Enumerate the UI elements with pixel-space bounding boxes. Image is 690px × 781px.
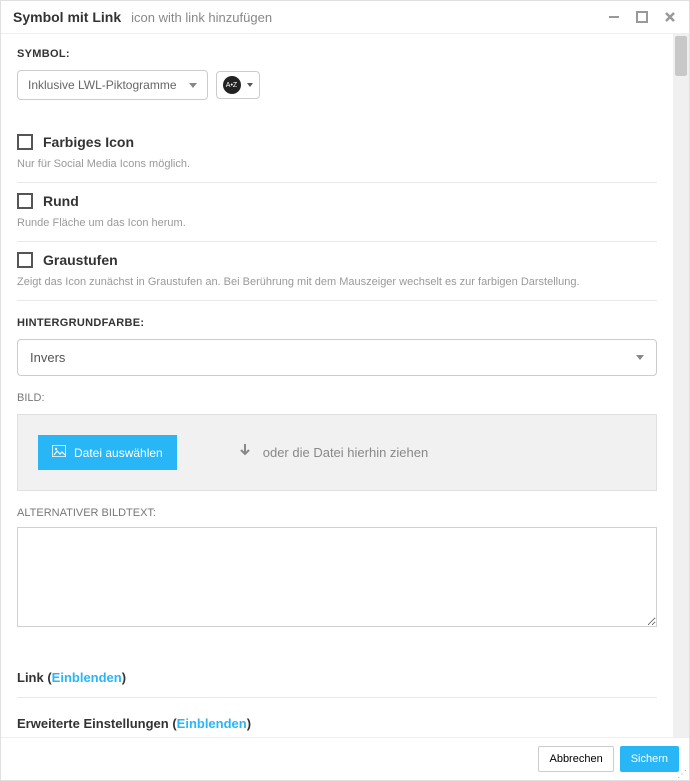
dialog-window: Symbol mit Link icon with link hinzufüge…	[0, 0, 690, 781]
upload-hint-text: oder die Datei hierhin ziehen	[263, 445, 429, 460]
symbol-dropdown[interactable]: Inklusive LWL-Piktogramme	[17, 70, 208, 100]
advanced-section-toggle[interactable]: Einblenden	[177, 716, 247, 731]
resize-grip-icon[interactable]: ⋰	[677, 772, 687, 778]
bgcolor-value: Invers	[30, 350, 65, 365]
colored-icon-hint: Nur für Social Media Icons möglich.	[17, 158, 657, 170]
scrollbar[interactable]	[673, 34, 689, 737]
grayscale-checkbox[interactable]	[17, 252, 33, 268]
dialog-content: SYMBOL: Inklusive LWL-Piktogramme A•Z Fa…	[1, 34, 673, 737]
choose-file-label: Datei auswählen	[74, 446, 163, 460]
link-section-header[interactable]: Link (Einblenden)	[17, 652, 657, 698]
symbol-label: SYMBOL:	[17, 48, 657, 60]
close-icon[interactable]	[663, 10, 677, 24]
arrow-down-icon	[237, 442, 253, 463]
maximize-icon[interactable]	[635, 10, 649, 24]
chevron-down-icon	[247, 83, 253, 87]
cancel-button[interactable]: Abbrechen	[538, 746, 613, 772]
alttext-label: ALTERNATIVER BILDTEXT:	[17, 507, 657, 519]
colored-icon-label: Farbiges Icon	[43, 134, 134, 150]
choose-file-button[interactable]: Datei auswählen	[38, 435, 177, 470]
bgcolor-label: HINTERGRUNDFARBE:	[17, 317, 657, 329]
image-label: BILD:	[17, 392, 657, 404]
advanced-section-header[interactable]: Erweiterte Einstellungen (Einblenden)	[17, 698, 657, 737]
round-checkbox[interactable]	[17, 193, 33, 209]
link-section-toggle[interactable]: Einblenden	[52, 670, 122, 685]
dialog-footer: Abbrechen Sichern ⋰	[1, 737, 689, 780]
sort-alpha-icon: A•Z	[223, 76, 241, 94]
dialog-title: Symbol mit Link	[13, 9, 121, 25]
dialog-subtitle: icon with link hinzufügen	[131, 10, 272, 25]
alttext-input[interactable]	[17, 527, 657, 627]
chevron-down-icon	[636, 355, 644, 360]
sort-toggle[interactable]: A•Z	[216, 71, 260, 99]
grayscale-hint: Zeigt das Icon zunächst in Graustufen an…	[17, 276, 657, 288]
colored-icon-checkbox[interactable]	[17, 134, 33, 150]
grayscale-label: Graustufen	[43, 252, 118, 268]
image-icon	[52, 445, 66, 460]
symbol-dropdown-value: Inklusive LWL-Piktogramme	[28, 78, 177, 92]
upload-dropzone[interactable]: Datei auswählen oder die Datei hierhin z…	[17, 414, 657, 491]
titlebar: Symbol mit Link icon with link hinzufüge…	[1, 1, 689, 34]
bgcolor-select[interactable]: Invers	[17, 339, 657, 376]
minimize-icon[interactable]	[607, 10, 621, 24]
round-hint: Runde Fläche um das Icon herum.	[17, 217, 657, 229]
save-button[interactable]: Sichern	[620, 746, 679, 772]
scrollbar-thumb[interactable]	[675, 36, 687, 76]
chevron-down-icon	[189, 83, 197, 88]
round-label: Rund	[43, 193, 79, 209]
